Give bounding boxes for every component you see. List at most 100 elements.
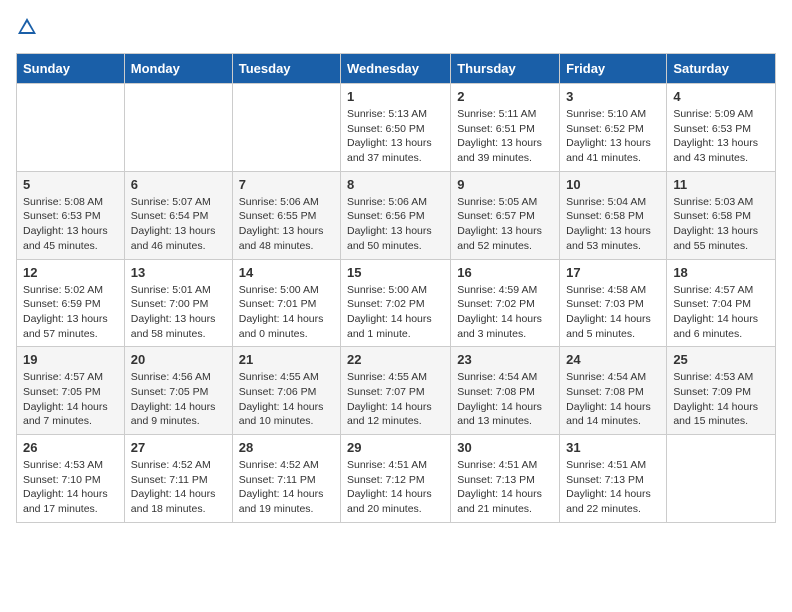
calendar-cell: 6 Sunrise: 5:07 AMSunset: 6:54 PMDaylight… — [124, 171, 232, 259]
calendar-cell: 27Sunrise: 4:52 AMSunset: 7:11 PMDayligh… — [124, 435, 232, 523]
weekday-header-monday: Monday — [124, 54, 232, 84]
calendar-cell: 28 Sunrise: 4:52 AMSunset: 7:11 PMDayligh… — [232, 435, 340, 523]
day-info: Sunrise: 4:52 AMSunset: 7:11 PMDaylight:… — [131, 458, 226, 517]
day-number: 11 — [673, 177, 769, 192]
calendar-cell: 19 Sunrise: 4:57 AMSunset: 7:05 PMDayligh… — [17, 347, 125, 435]
day-info: Sunrise: 4:58 AMSunset: 7:03 PMDaylight:… — [566, 283, 660, 342]
calendar-cell: 7 Sunrise: 5:06 AMSunset: 6:55 PMDaylight… — [232, 171, 340, 259]
day-number: 29 — [347, 440, 444, 455]
day-info: Sunrise: 4:57 AMSunset: 7:04 PMDaylight:… — [673, 283, 769, 342]
calendar-cell: 16Sunrise: 4:59 AMSunset: 7:02 PMDayligh… — [451, 259, 560, 347]
calendar-cell — [232, 84, 340, 172]
day-info: Sunrise: 4:51 AMSunset: 7:13 PMDaylight:… — [457, 458, 553, 517]
calendar-cell — [17, 84, 125, 172]
day-number: 10 — [566, 177, 660, 192]
calendar-cell: 4 Sunrise: 5:09 AMSunset: 6:53 PMDaylight… — [667, 84, 776, 172]
logo-icon — [16, 16, 38, 43]
calendar-cell: 14 Sunrise: 5:00 AMSunset: 7:01 PMDayligh… — [232, 259, 340, 347]
calendar-cell: 30 Sunrise: 4:51 AMSunset: 7:13 PMDayligh… — [451, 435, 560, 523]
calendar-cell: 8 Sunrise: 5:06 AMSunset: 6:56 PMDaylight… — [341, 171, 451, 259]
day-info: Sunrise: 4:51 AMSunset: 7:13 PMDaylight:… — [566, 458, 660, 517]
calendar-cell: 10 Sunrise: 5:04 AMSunset: 6:58 PMDayligh… — [560, 171, 667, 259]
calendar-cell: 5 Sunrise: 5:08 AMSunset: 6:53 PMDaylight… — [17, 171, 125, 259]
day-number: 4 — [673, 89, 769, 104]
day-info: Sunrise: 4:56 AMSunset: 7:05 PMDaylight:… — [131, 370, 226, 429]
calendar-cell: 17 Sunrise: 4:58 AMSunset: 7:03 PMDayligh… — [560, 259, 667, 347]
calendar-cell — [667, 435, 776, 523]
day-info: Sunrise: 5:04 AMSunset: 6:58 PMDaylight:… — [566, 195, 660, 254]
day-number: 21 — [239, 352, 334, 367]
day-number: 8 — [347, 177, 444, 192]
calendar-cell: 25 Sunrise: 4:53 AMSunset: 7:09 PMDayligh… — [667, 347, 776, 435]
day-info: Sunrise: 5:07 AMSunset: 6:54 PMDaylight:… — [131, 195, 226, 254]
day-number: 31 — [566, 440, 660, 455]
day-info: Sunrise: 5:13 AMSunset: 6:50 PMDaylight:… — [347, 107, 444, 166]
day-info: Sunrise: 5:01 AMSunset: 7:00 PMDaylight:… — [131, 283, 226, 342]
weekday-header-saturday: Saturday — [667, 54, 776, 84]
day-number: 7 — [239, 177, 334, 192]
day-number: 9 — [457, 177, 553, 192]
day-info: Sunrise: 4:55 AMSunset: 7:06 PMDaylight:… — [239, 370, 334, 429]
day-info: Sunrise: 5:00 AMSunset: 7:02 PMDaylight:… — [347, 283, 444, 342]
calendar-cell: 29 Sunrise: 4:51 AMSunset: 7:12 PMDayligh… — [341, 435, 451, 523]
calendar-cell: 2 Sunrise: 5:11 AMSunset: 6:51 PMDaylight… — [451, 84, 560, 172]
day-info: Sunrise: 5:02 AMSunset: 6:59 PMDaylight:… — [23, 283, 118, 342]
calendar-cell: 15Sunrise: 5:00 AMSunset: 7:02 PMDayligh… — [341, 259, 451, 347]
calendar-cell: 22 Sunrise: 4:55 AMSunset: 7:07 PMDayligh… — [341, 347, 451, 435]
day-number: 18 — [673, 265, 769, 280]
day-info: Sunrise: 4:53 AMSunset: 7:10 PMDaylight:… — [23, 458, 118, 517]
day-number: 13 — [131, 265, 226, 280]
day-number: 25 — [673, 352, 769, 367]
calendar: SundayMondayTuesdayWednesdayThursdayFrid… — [16, 53, 776, 523]
day-info: Sunrise: 4:51 AMSunset: 7:12 PMDaylight:… — [347, 458, 444, 517]
day-number: 1 — [347, 89, 444, 104]
calendar-cell: 24 Sunrise: 4:54 AMSunset: 7:08 PMDayligh… — [560, 347, 667, 435]
calendar-cell — [124, 84, 232, 172]
day-info: Sunrise: 5:03 AMSunset: 6:58 PMDaylight:… — [673, 195, 769, 254]
day-number: 3 — [566, 89, 660, 104]
day-number: 23 — [457, 352, 553, 367]
day-number: 22 — [347, 352, 444, 367]
calendar-cell: 3Sunrise: 5:10 AMSunset: 6:52 PMDaylight… — [560, 84, 667, 172]
day-number: 12 — [23, 265, 118, 280]
day-number: 30 — [457, 440, 553, 455]
day-info: Sunrise: 5:05 AMSunset: 6:57 PMDaylight:… — [457, 195, 553, 254]
day-info: Sunrise: 4:54 AMSunset: 7:08 PMDaylight:… — [457, 370, 553, 429]
day-number: 2 — [457, 89, 553, 104]
calendar-cell: 1 Sunrise: 5:13 AMSunset: 6:50 PMDaylight… — [341, 84, 451, 172]
calendar-cell: 11 Sunrise: 5:03 AMSunset: 6:58 PMDayligh… — [667, 171, 776, 259]
day-number: 5 — [23, 177, 118, 192]
day-number: 28 — [239, 440, 334, 455]
weekday-header-tuesday: Tuesday — [232, 54, 340, 84]
day-info: Sunrise: 5:00 AMSunset: 7:01 PMDaylight:… — [239, 283, 334, 342]
day-number: 24 — [566, 352, 660, 367]
day-number: 19 — [23, 352, 118, 367]
day-info: Sunrise: 5:11 AMSunset: 6:51 PMDaylight:… — [457, 107, 553, 166]
weekday-header-thursday: Thursday — [451, 54, 560, 84]
day-info: Sunrise: 4:52 AMSunset: 7:11 PMDaylight:… — [239, 458, 334, 517]
day-info: Sunrise: 4:54 AMSunset: 7:08 PMDaylight:… — [566, 370, 660, 429]
day-number: 14 — [239, 265, 334, 280]
day-info: Sunrise: 4:55 AMSunset: 7:07 PMDaylight:… — [347, 370, 444, 429]
calendar-cell: 21 Sunrise: 4:55 AMSunset: 7:06 PMDayligh… — [232, 347, 340, 435]
calendar-cell: 31 Sunrise: 4:51 AMSunset: 7:13 PMDayligh… — [560, 435, 667, 523]
day-info: Sunrise: 5:08 AMSunset: 6:53 PMDaylight:… — [23, 195, 118, 254]
calendar-cell: 18 Sunrise: 4:57 AMSunset: 7:04 PMDayligh… — [667, 259, 776, 347]
day-number: 17 — [566, 265, 660, 280]
header — [16, 16, 776, 43]
day-info: Sunrise: 5:06 AMSunset: 6:55 PMDaylight:… — [239, 195, 334, 254]
calendar-cell: 26 Sunrise: 4:53 AMSunset: 7:10 PMDayligh… — [17, 435, 125, 523]
day-number: 26 — [23, 440, 118, 455]
day-number: 6 — [131, 177, 226, 192]
day-number: 16 — [457, 265, 553, 280]
calendar-cell: 12 Sunrise: 5:02 AMSunset: 6:59 PMDayligh… — [17, 259, 125, 347]
weekday-header-sunday: Sunday — [17, 54, 125, 84]
day-info: Sunrise: 5:06 AMSunset: 6:56 PMDaylight:… — [347, 195, 444, 254]
calendar-cell: 9 Sunrise: 5:05 AMSunset: 6:57 PMDaylight… — [451, 171, 560, 259]
calendar-cell: 20 Sunrise: 4:56 AMSunset: 7:05 PMDayligh… — [124, 347, 232, 435]
day-info: Sunrise: 4:57 AMSunset: 7:05 PMDaylight:… — [23, 370, 118, 429]
day-info: Sunrise: 4:53 AMSunset: 7:09 PMDaylight:… — [673, 370, 769, 429]
calendar-cell: 13 Sunrise: 5:01 AMSunset: 7:00 PMDayligh… — [124, 259, 232, 347]
day-number: 20 — [131, 352, 226, 367]
day-info: Sunrise: 5:09 AMSunset: 6:53 PMDaylight:… — [673, 107, 769, 166]
